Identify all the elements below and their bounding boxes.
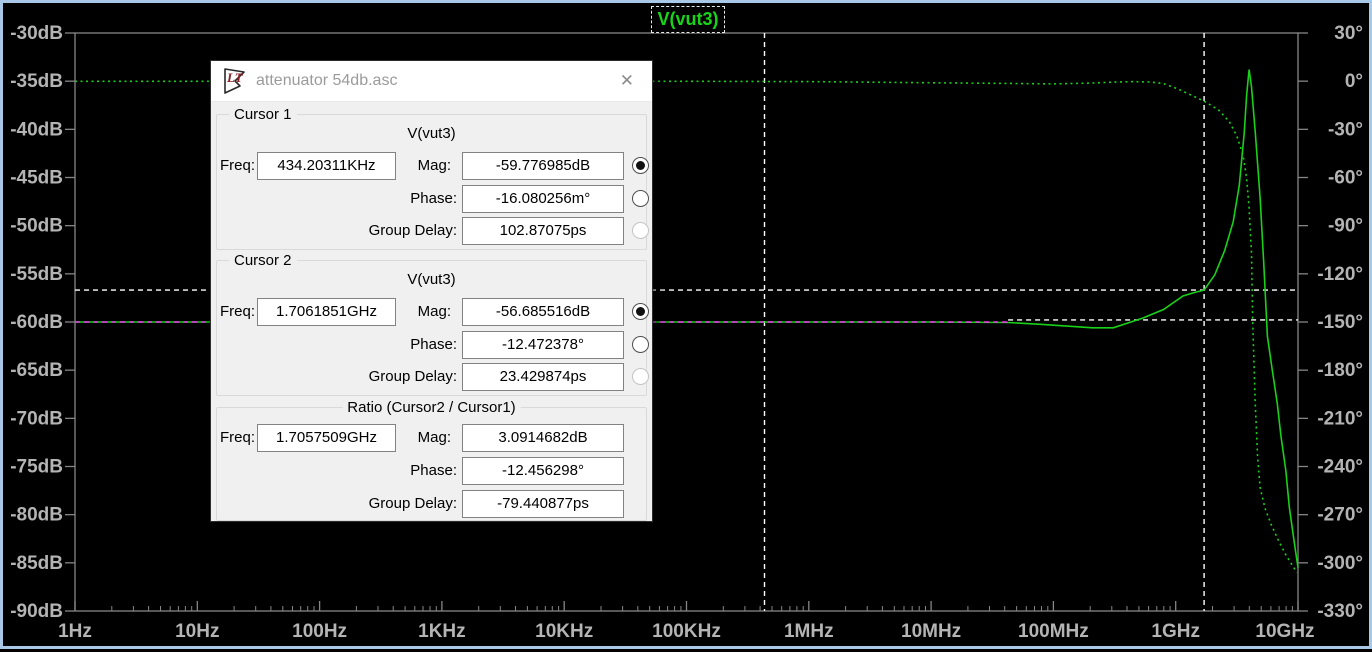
cursor2-mag-field[interactable]: -56.685516dB	[462, 298, 624, 326]
left-axis-label: -45dB	[10, 168, 63, 189]
left-axis-label: -55dB	[10, 264, 63, 285]
waveform-plot[interactable]: -30dB -35dB -40dB -45dB -50dB -55dB -60dB -65dB…	[3, 3, 1372, 652]
x-axis-label: 1GHz	[1151, 621, 1200, 642]
cursor2-signal: V(vut3)	[217, 271, 646, 288]
right-axis-label: -180°	[1317, 360, 1363, 381]
plot-title[interactable]: V(vut3)	[651, 6, 725, 33]
cursor1-mag-field[interactable]: -59.776985dB	[462, 152, 624, 180]
cursor1-legend: Cursor 1	[229, 106, 297, 123]
left-axis-label: -60dB	[10, 312, 63, 333]
left-axis-label: -75dB	[10, 457, 63, 478]
dialog-body: Cursor 1 V(vut3) Freq: 434.20311KHz Mag:…	[211, 102, 652, 521]
freq-label: Freq:	[219, 298, 255, 326]
right-axis-label: -150°	[1317, 312, 1363, 333]
cursor2-mag-radio[interactable]	[632, 303, 649, 320]
x-axis-label: 10GHz	[1255, 621, 1314, 642]
right-axis-label: 0°	[1345, 71, 1363, 92]
cursor1-phase-field[interactable]: -16.080256m°	[462, 185, 624, 213]
mag-label: Mag:	[367, 152, 451, 180]
x-axis-label: 10MHz	[901, 621, 961, 642]
right-axis-label: -60°	[1328, 168, 1363, 189]
phase-label: Phase:	[312, 331, 457, 359]
ltspice-logo-icon: LT	[221, 67, 248, 95]
left-axis-label: -70dB	[10, 408, 63, 429]
right-axis-label: -270°	[1317, 505, 1363, 526]
freq-label: Freq:	[219, 424, 255, 452]
cursor2-group-delay-field[interactable]: 23.429874ps	[462, 363, 624, 391]
cursor1-group-delay-field[interactable]: 102.87075ps	[462, 217, 624, 245]
ltspice-window: { "plot": { "title": "V(vut3)" }, "dialo…	[0, 0, 1372, 649]
left-axis-label: -65dB	[10, 360, 63, 381]
right-axis-label: 30°	[1334, 23, 1363, 44]
dialog-titlebar[interactable]: LT attenuator 54db.asc ✕	[211, 61, 652, 102]
ratio-phase-field[interactable]: -12.456298°	[462, 457, 624, 485]
left-axis-label: -90dB	[10, 601, 63, 622]
svg-text:LT: LT	[226, 70, 244, 85]
group-delay-label: Group Delay:	[312, 490, 457, 518]
group-delay-label: Group Delay:	[312, 217, 457, 245]
x-axis-label: 100MHz	[1018, 621, 1089, 642]
mag-label: Mag:	[367, 424, 451, 452]
right-axis-label: -30°	[1328, 119, 1363, 140]
ratio-mag-field[interactable]: 3.0914682dB	[462, 424, 624, 452]
group-delay-label: Group Delay:	[312, 363, 457, 391]
x-axis-label: 100KHz	[652, 621, 721, 642]
right-axis-label: -210°	[1317, 408, 1363, 429]
cursor2-group-delay-radio[interactable]	[632, 368, 649, 385]
left-axis-label: -85dB	[10, 553, 63, 574]
x-axis-label: 1KHz	[418, 621, 466, 642]
cursor-dialog: LT attenuator 54db.asc ✕ Cursor 1 V(vut3…	[210, 60, 653, 522]
left-axis-label: -50dB	[10, 216, 63, 237]
cursor2-phase-field[interactable]: -12.472378°	[462, 331, 624, 359]
cursor1-group-delay-radio[interactable]	[632, 222, 649, 239]
cursor1-group: Cursor 1 V(vut3) Freq: 434.20311KHz Mag:…	[216, 114, 647, 250]
right-axis-label: -120°	[1317, 264, 1363, 285]
right-axis-label: -240°	[1317, 457, 1363, 478]
mag-label: Mag:	[367, 298, 451, 326]
ratio-group-delay-field[interactable]: -79.440877ps	[462, 490, 624, 518]
cursor2-group: Cursor 2 V(vut3) Freq: 1.7061851GHz Mag:…	[216, 260, 647, 396]
phase-label: Phase:	[312, 457, 457, 485]
cursor1-mag-radio[interactable]	[632, 157, 649, 174]
ratio-group: Ratio (Cursor2 / Cursor1) Freq: 1.705750…	[216, 407, 647, 521]
x-axis-label: 1MHz	[784, 621, 834, 642]
phase-label: Phase:	[312, 185, 457, 213]
cursor1-phase-radio[interactable]	[632, 190, 649, 207]
freq-label: Freq:	[219, 152, 255, 180]
right-axis-label: -300°	[1317, 553, 1363, 574]
x-axis-label: 100Hz	[292, 621, 347, 642]
cursor2-legend: Cursor 2	[229, 252, 297, 269]
right-axis-label: -330°	[1317, 601, 1363, 622]
left-axis-label: -35dB	[10, 71, 63, 92]
close-icon[interactable]: ✕	[612, 69, 642, 93]
left-axis-label: -30dB	[10, 23, 63, 44]
dialog-title: attenuator 54db.asc	[256, 72, 612, 90]
right-axis-label: -90°	[1328, 216, 1363, 237]
x-axis-label: 10Hz	[175, 621, 219, 642]
ratio-legend: Ratio (Cursor2 / Cursor1)	[342, 399, 520, 416]
left-axis-label: -80dB	[10, 505, 63, 526]
left-axis-label: -40dB	[10, 119, 63, 140]
cursor2-phase-radio[interactable]	[632, 336, 649, 353]
x-axis-label: 1Hz	[58, 621, 92, 642]
x-axis-label: 10KHz	[535, 621, 593, 642]
cursor1-signal: V(vut3)	[217, 125, 646, 142]
